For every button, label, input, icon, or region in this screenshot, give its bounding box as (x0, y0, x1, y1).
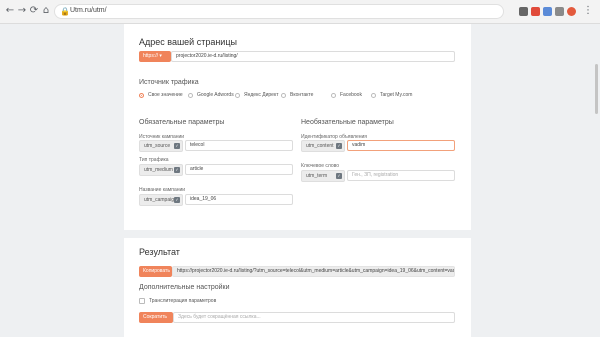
home-icon[interactable]: ⌂ (40, 5, 52, 17)
extension-red-icon[interactable] (531, 7, 540, 16)
reload-icon[interactable]: ⟳ (28, 5, 40, 17)
utm-source-input[interactable]: telecol (185, 140, 293, 151)
result-url-field[interactable]: https://projector2020.ie-d.ru/listing/?u… (172, 266, 455, 277)
page-content: Адрес вашей страницы https:// ▾ projecto… (0, 24, 600, 337)
optional-params-title: Необязательные параметры (301, 119, 394, 126)
utm-campaign-input[interactable]: idea_19_06 (185, 194, 293, 205)
utm-campaign-param[interactable]: utm_campaign ✓ (139, 194, 183, 206)
radio-target-mycom-label: Target My.com (380, 92, 413, 98)
shorten-button[interactable]: Сократить ▾ (139, 312, 173, 331)
radio-facebook-label: Facebook (340, 92, 362, 98)
radio-facebook[interactable] (331, 93, 336, 98)
short-url-field[interactable]: Здесь будет сокращённая ссылка... (173, 312, 455, 323)
medium-label: Тип трафика (139, 157, 169, 163)
radio-google-adwords-label: Google Adwords (197, 92, 234, 98)
checkbox-icon: ✓ (174, 143, 180, 149)
radio-custom[interactable] (139, 93, 144, 98)
required-params-title: Обязательные параметры (139, 119, 225, 126)
transliterate-checkbox[interactable] (139, 298, 145, 304)
term-label: Ключевое слово (301, 163, 340, 169)
page-scrollbar[interactable] (595, 64, 598, 114)
utm-term-param[interactable]: utm_term ✓ (301, 170, 345, 182)
copy-button[interactable]: Копировать (139, 266, 172, 277)
menu-icon[interactable]: ⋮ (582, 5, 594, 17)
page-title: Адрес вашей страницы (139, 37, 237, 47)
back-icon[interactable]: ← (4, 5, 16, 17)
extra-settings-title: Дополнительные настройки (139, 284, 230, 291)
checkbox-icon: ✓ (336, 173, 342, 179)
lock-icon: 🔒 (60, 7, 70, 16)
extension-icon[interactable] (519, 7, 528, 16)
campaign-label: Название кампании (139, 187, 186, 193)
result-card: Результат Копировать https://projector20… (124, 238, 471, 337)
radio-vkontakte-label: Вконтакте (290, 92, 314, 98)
forward-icon[interactable]: → (16, 5, 28, 17)
checkbox-icon: ✓ (174, 197, 180, 203)
transliterate-label: Транслитерация параметров (149, 298, 217, 304)
radio-vkontakte[interactable] (281, 93, 286, 98)
checkbox-icon: ✓ (174, 167, 180, 173)
extension-gray-icon[interactable] (555, 7, 564, 16)
extension-blue-icon[interactable] (543, 7, 552, 16)
radio-custom-label: Свое значение (148, 92, 183, 98)
url-input[interactable]: projector2020.ie-d.ru/listing/ (171, 51, 455, 62)
utm-medium-input[interactable]: article (185, 164, 293, 175)
radio-target-mycom[interactable] (371, 93, 376, 98)
address-bar[interactable]: 🔒 Utm.ru/utm/ (54, 4, 504, 19)
browser-toolbar: ← → ⟳ ⌂ 🔒 Utm.ru/utm/ ⋮ (0, 0, 600, 24)
result-title: Результат (139, 247, 180, 257)
radio-google-adwords[interactable] (188, 93, 193, 98)
utm-term-input[interactable]: Ген., ЗП, registration (347, 170, 455, 181)
checkbox-icon: ✓ (336, 143, 342, 149)
radio-yandex-direct[interactable] (235, 93, 240, 98)
utm-content-input[interactable]: vadim (347, 140, 455, 151)
profile-avatar[interactable] (567, 7, 576, 16)
radio-yandex-direct-label: Яндекс Директ (244, 92, 279, 98)
utm-content-param[interactable]: utm_content ✓ (301, 140, 345, 152)
utm-settings-card: Адрес вашей страницы https:// ▾ projecto… (124, 24, 471, 230)
traffic-source-title: Источник трафика (139, 79, 199, 86)
protocol-select[interactable]: https:// ▾ (139, 51, 171, 62)
address-url: Utm.ru/utm/ (70, 7, 107, 14)
utm-medium-param[interactable]: utm_medium ✓ (139, 164, 183, 176)
utm-source-param[interactable]: utm_source ✓ (139, 140, 183, 152)
